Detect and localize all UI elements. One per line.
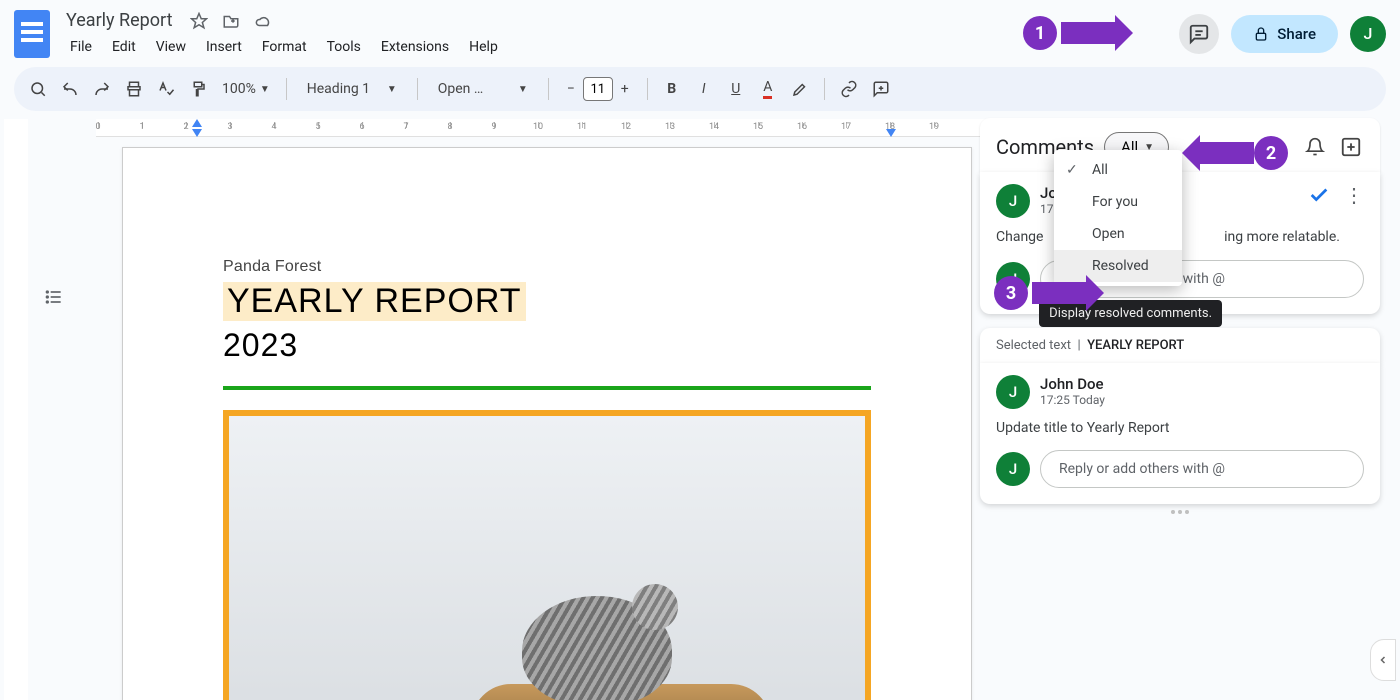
font-size-decrease[interactable]: − (559, 77, 583, 101)
menu-extensions[interactable]: Extensions (373, 35, 457, 59)
side-panel-toggle[interactable] (1370, 639, 1396, 681)
text-color-button[interactable]: A (754, 75, 782, 103)
document-page[interactable]: Panda Forest YEARLY REPORT 2023 (122, 147, 972, 700)
doc-year: 2023 (223, 327, 871, 364)
filter-option-all[interactable]: ✓ All (1054, 154, 1182, 186)
caret-down-icon: ▼ (260, 84, 270, 95)
bold-button[interactable]: B (658, 75, 686, 103)
cloud-status-icon[interactable] (254, 12, 272, 30)
italic-button[interactable]: I (690, 75, 718, 103)
font-size-input[interactable] (583, 77, 613, 101)
reply-input[interactable]: Reply or add others with @ (1040, 450, 1364, 488)
menu-format[interactable]: Format (254, 35, 315, 59)
menu-file[interactable]: File (62, 35, 100, 59)
new-comment-icon[interactable] (1338, 134, 1364, 160)
underline-button[interactable]: U (722, 75, 750, 103)
caret-down-icon: ▼ (387, 84, 397, 95)
insert-link-button[interactable] (835, 75, 863, 103)
header-bar: Yearly Report File Edit View Insert Form… (0, 0, 1400, 63)
insert-comment-button[interactable] (867, 75, 895, 103)
redo-button[interactable] (88, 75, 116, 103)
undo-button[interactable] (56, 75, 84, 103)
document-title[interactable]: Yearly Report (62, 8, 176, 33)
doc-heading: YEARLY REPORT (223, 282, 526, 321)
menu-view[interactable]: View (148, 35, 194, 59)
panel-drag-handle[interactable] (1165, 510, 1195, 514)
menu-edit[interactable]: Edit (104, 35, 144, 59)
comment-time: 17:25 Today (1040, 393, 1105, 407)
comment-avatar: J (996, 184, 1030, 218)
share-button[interactable]: Share (1231, 15, 1338, 53)
menu-tools[interactable]: Tools (319, 35, 369, 59)
first-line-indent-marker[interactable] (192, 119, 202, 127)
hero-image[interactable] (223, 410, 871, 700)
move-icon[interactable] (222, 12, 240, 30)
comment-avatar: J (996, 375, 1030, 409)
zoom-dropdown[interactable]: 100%▼ (216, 81, 276, 97)
comments-filter-dropdown: ✓ All For you Open Resolved (1054, 150, 1182, 286)
divider-line (223, 386, 871, 390)
paragraph-style-dropdown[interactable]: Heading 1▼ (297, 81, 407, 97)
header-actions: Share J (1179, 14, 1386, 54)
reply-avatar: J (996, 452, 1030, 486)
more-options-icon[interactable]: ⋮ (1344, 189, 1364, 201)
comment-body: Update title to Yearly Report (996, 419, 1364, 439)
font-size-increase[interactable]: + (613, 77, 637, 101)
menu-bar: File Edit View Insert Format Tools Exten… (62, 35, 506, 59)
lock-icon (1253, 26, 1269, 42)
paint-format-button[interactable] (184, 75, 212, 103)
caret-down-icon: ▼ (518, 84, 528, 95)
check-icon: ✓ (1066, 162, 1082, 178)
annotation-2: 2 (1194, 136, 1288, 170)
spellcheck-button[interactable] (152, 75, 180, 103)
title-block: Yearly Report File Edit View Insert Form… (62, 8, 506, 59)
filter-option-for-you[interactable]: For you (1054, 186, 1182, 218)
star-icon[interactable] (190, 12, 208, 30)
print-button[interactable] (120, 75, 148, 103)
highlight-button[interactable] (786, 75, 814, 103)
toolbar: 100%▼ Heading 1▼ Open …▼ − + B I U A (14, 67, 1386, 111)
comment-history-button[interactable] (1179, 14, 1219, 54)
resolve-check-icon[interactable] (1308, 184, 1330, 206)
notifications-icon[interactable] (1302, 134, 1328, 160)
comment-card[interactable]: J John Doe 17:25 Today Update title to Y… (980, 363, 1380, 505)
doc-subhead: Panda Forest (223, 258, 871, 276)
annotation-3: 3 (994, 276, 1088, 310)
font-size-control: − + (559, 77, 637, 101)
comment-author: John Doe (1040, 375, 1105, 393)
share-label: Share (1277, 25, 1316, 43)
filter-option-open[interactable]: Open (1054, 218, 1182, 250)
menu-help[interactable]: Help (461, 35, 506, 59)
account-avatar[interactable]: J (1350, 16, 1386, 52)
search-icon[interactable] (24, 75, 52, 103)
menu-insert[interactable]: Insert (198, 35, 250, 59)
font-family-dropdown[interactable]: Open …▼ (428, 81, 538, 97)
docs-logo-icon[interactable] (14, 10, 50, 58)
vertical-ruler[interactable] (4, 119, 28, 700)
annotation-1: 1 (1023, 16, 1117, 50)
selected-text-bar: Selected text | YEARLY REPORT (980, 328, 1380, 363)
left-indent-marker[interactable] (192, 129, 202, 137)
